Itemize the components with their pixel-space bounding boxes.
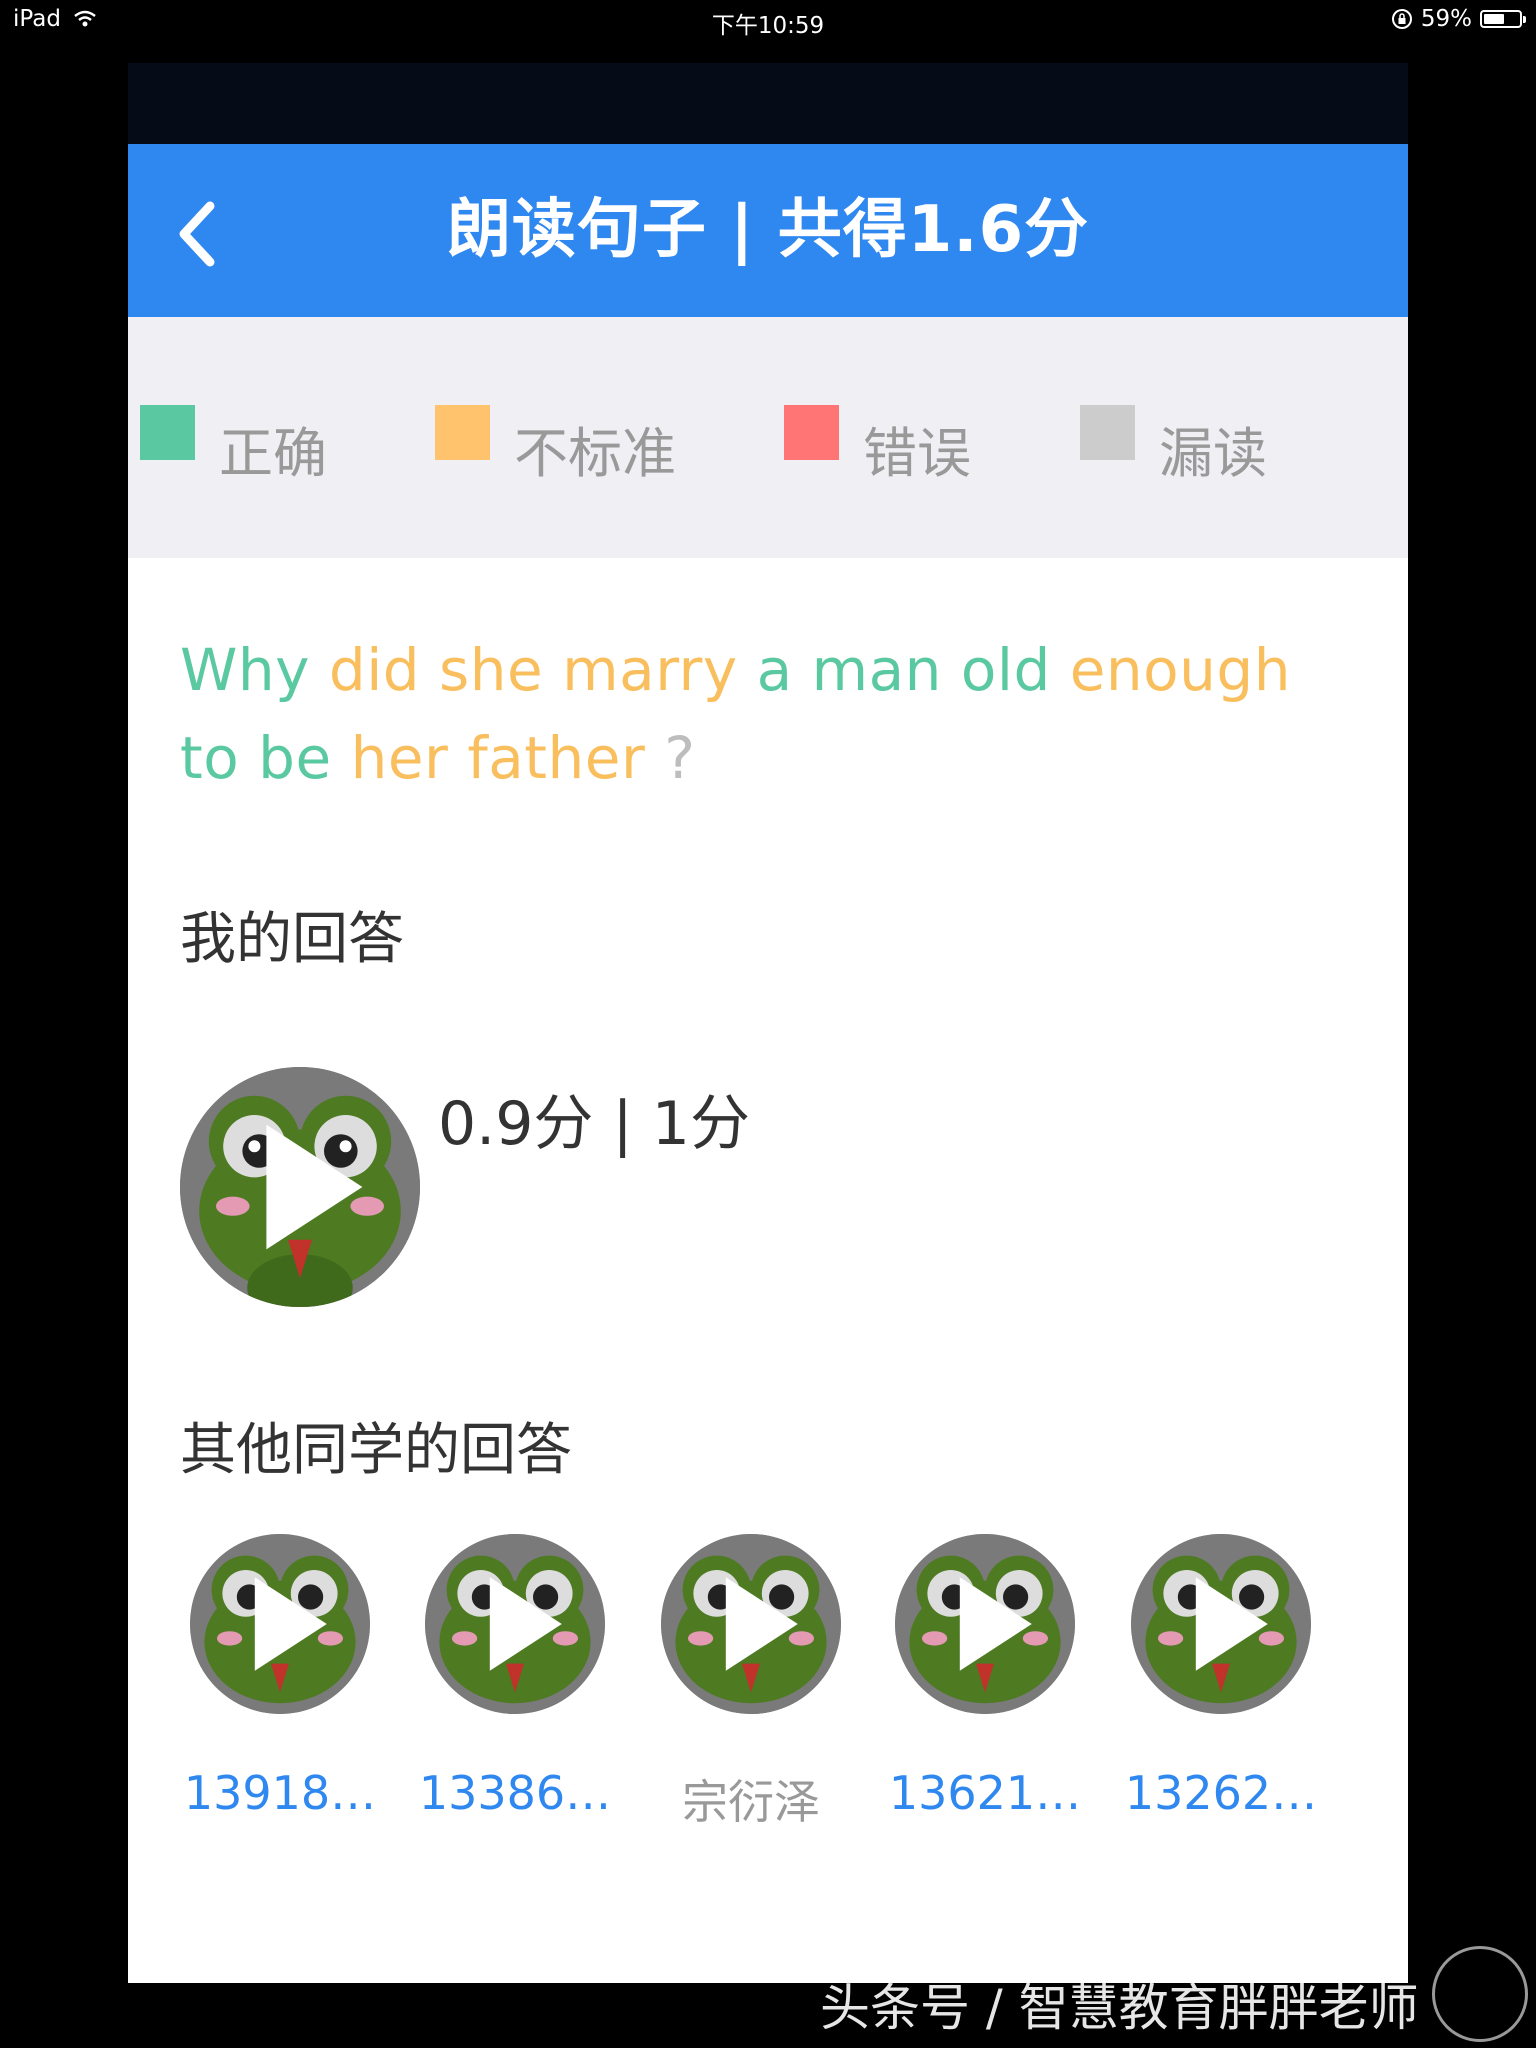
sentence-segment: did she marry — [328, 636, 738, 704]
sentence-text: Why did she marry a man old enough to be… — [180, 626, 1356, 802]
my-score: 0.9分 | 1分 — [438, 1089, 750, 1159]
legend-bar: 正确 不标准 错误 漏读 — [128, 317, 1408, 558]
student-play-button[interactable] — [425, 1534, 605, 1714]
legend-label-nonstandard: 不标准 — [514, 422, 676, 485]
student-play-button[interactable] — [190, 1534, 370, 1714]
sentence-segment: her father — [350, 724, 646, 792]
student-answer: 13621… — [880, 1534, 1090, 1820]
student-play-button[interactable] — [1131, 1534, 1311, 1714]
content: Why did she marry a man old enough to be… — [128, 626, 1408, 1834]
sentence-segment: ? — [664, 724, 696, 792]
my-answer-play-button[interactable] — [180, 1067, 420, 1307]
legend-label-wrong: 错误 — [863, 422, 971, 485]
battery-icon — [1480, 10, 1526, 28]
frog-avatar — [661, 1534, 841, 1714]
legend-swatch-nonstandard — [435, 405, 490, 460]
sentence-segment: enough — [1069, 636, 1291, 704]
student-name: 宗衍泽 — [682, 1775, 820, 1829]
my-answer: 0.9分 | 1分 — [180, 1067, 1356, 1307]
watermark-badge — [1432, 1946, 1528, 2042]
legend-swatch-missed — [1080, 405, 1135, 460]
sentence-segment: Why — [180, 636, 310, 704]
status-time: 下午10:59 — [711, 13, 825, 39]
frog-avatar — [180, 1067, 420, 1307]
student-name[interactable]: 13621… — [880, 1766, 1090, 1820]
sentence-segment: a man old — [756, 636, 1051, 704]
status-bar: iPad 下午10:59 59% — [0, 0, 1536, 40]
others-title: 其他同学的回答 — [180, 1418, 572, 1483]
battery-fill — [1484, 14, 1504, 24]
frog-avatar — [190, 1534, 370, 1714]
sentence-segment: to be — [180, 724, 332, 792]
student-answer: 宗衍泽 — [646, 1534, 856, 1832]
frog-avatar — [425, 1534, 605, 1714]
legend-swatch-wrong — [784, 405, 839, 460]
status-right: 59% — [1391, 6, 1526, 32]
student-answer: 13386… — [410, 1534, 620, 1820]
watermark: 头条号 / 智慧教育胖胖老师 — [820, 1979, 1419, 2037]
nav-bar: 朗读句子 | 共得1.6分 — [128, 144, 1408, 317]
frog-avatar — [895, 1534, 1075, 1714]
student-play-button[interactable] — [895, 1534, 1075, 1714]
student-name[interactable]: 13386… — [410, 1766, 620, 1820]
legend-label-correct: 正确 — [219, 422, 327, 485]
my-answer-title: 我的回答 — [180, 907, 404, 972]
others-list: 13918… 13386… 宗衍泽 13621… 13262… — [180, 1534, 1356, 1834]
legend-correct: 正确 — [140, 405, 327, 488]
frog-avatar — [1131, 1534, 1311, 1714]
legend-nonstandard: 不标准 — [435, 405, 676, 488]
student-answer: 13918… — [175, 1534, 385, 1820]
legend-missed: 漏读 — [1080, 405, 1267, 488]
legend-swatch-correct — [140, 405, 195, 460]
student-name[interactable]: 13918… — [175, 1766, 385, 1820]
top-strip — [128, 63, 1408, 144]
orientation-lock-icon — [1391, 9, 1412, 29]
legend-label-missed: 漏读 — [1159, 422, 1267, 485]
student-play-button[interactable] — [661, 1534, 841, 1714]
legend-wrong: 错误 — [784, 405, 971, 488]
page-title: 朗读句子 | 共得1.6分 — [446, 193, 1090, 267]
student-name[interactable]: 13262… — [1116, 1766, 1326, 1820]
app-window: 朗读句子 | 共得1.6分 正确 不标准 错误 漏读 Why did she m… — [128, 63, 1408, 1983]
battery-nub — [1523, 16, 1526, 23]
student-answer: 13262… — [1116, 1534, 1326, 1820]
battery-percent: 59% — [1420, 6, 1472, 32]
